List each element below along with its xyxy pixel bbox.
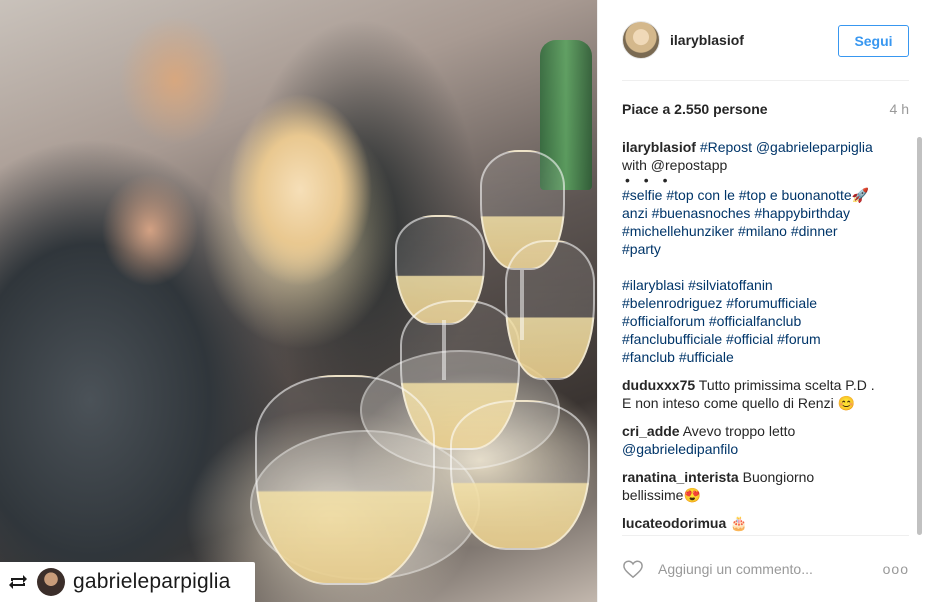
wine-glass bbox=[505, 240, 595, 380]
caption-line[interactable]: #belenrodriguez #forumufficiale bbox=[622, 294, 916, 312]
comment-text: Avevo troppo letto bbox=[682, 423, 796, 439]
caption-line[interactable]: #selfie #top con le #top e buonanotte🚀 bbox=[622, 186, 916, 204]
caption-line[interactable]: #fanclubufficiale #official #forum bbox=[622, 330, 916, 348]
comment-text: E non inteso come quello di Renzi 😊 bbox=[622, 395, 856, 411]
comment-item: cri_adde Avevo troppo letto @gabrieledip… bbox=[622, 422, 916, 458]
post-header: ilaryblasiof Segui bbox=[598, 0, 929, 80]
caption: ilaryblasiof #Repost @gabrieleparpiglia … bbox=[622, 138, 916, 366]
post-photo[interactable]: gabrieleparpiglia bbox=[0, 0, 597, 602]
comment-text: bellissime😍 bbox=[622, 487, 701, 503]
divider bbox=[622, 535, 909, 536]
more-options-button[interactable]: ooo bbox=[879, 561, 909, 577]
repost-username: gabrieleparpiglia bbox=[73, 570, 231, 593]
comment-text: 🎂 bbox=[730, 515, 748, 531]
heart-icon[interactable] bbox=[622, 558, 646, 580]
post-time[interactable]: 4 h bbox=[890, 101, 909, 117]
repost-icon bbox=[7, 571, 29, 593]
comments-scrollbar[interactable] bbox=[917, 137, 922, 535]
caption-line[interactable]: #party bbox=[622, 240, 916, 258]
post-side-panel: ilaryblasiof Segui Piace a 2.550 persone… bbox=[597, 0, 929, 602]
caption-line[interactable]: #ilaryblasi #silviatoffanin bbox=[622, 276, 916, 294]
caption-line[interactable]: #officialforum #officialfanclub bbox=[622, 312, 916, 330]
caption-dots: • • • bbox=[625, 172, 673, 188]
caption-line[interactable]: #fanclub #ufficiale bbox=[622, 348, 916, 366]
caption-line: ilaryblasiof #Repost @gabrieleparpiglia bbox=[622, 138, 916, 156]
comment-username[interactable]: lucateodorimua bbox=[622, 515, 726, 531]
comment-input[interactable] bbox=[658, 561, 879, 577]
comment-item: lucateodorimua 🎂 bbox=[622, 514, 916, 532]
comment-bar: ooo bbox=[622, 557, 909, 581]
likes-row: Piace a 2.550 persone 4 h bbox=[622, 101, 909, 121]
comment-username[interactable]: ranatina_interista bbox=[622, 469, 739, 485]
comment-mention[interactable]: @gabrieledipanfilo bbox=[622, 440, 916, 458]
wine-glass bbox=[255, 375, 435, 585]
likes-count[interactable]: Piace a 2.550 persone bbox=[622, 101, 768, 117]
comment-text: Buongiorno bbox=[742, 469, 815, 485]
caption-hashtags[interactable]: #Repost @gabrieleparpiglia bbox=[700, 139, 873, 155]
comment-text: Tutto primissima scelta P.D . bbox=[698, 377, 875, 393]
comments-list[interactable]: ilaryblasiof #Repost @gabrieleparpiglia … bbox=[622, 138, 916, 533]
avatar[interactable] bbox=[622, 21, 660, 59]
post-username[interactable]: ilaryblasiof bbox=[670, 32, 744, 48]
repost-avatar bbox=[37, 568, 65, 596]
comment-username[interactable]: cri_adde bbox=[622, 423, 680, 439]
divider bbox=[622, 80, 909, 81]
comment-item: duduxxx75 Tutto primissima scelta P.D . … bbox=[622, 376, 916, 412]
caption-line[interactable]: anzi #buenasnoches #happybirthday bbox=[622, 204, 916, 222]
follow-button[interactable]: Segui bbox=[838, 25, 909, 57]
caption-username[interactable]: ilaryblasiof bbox=[622, 139, 696, 155]
scrollbar-thumb[interactable] bbox=[917, 137, 922, 535]
caption-line[interactable]: #michellehunziker #milano #dinner bbox=[622, 222, 916, 240]
glass-stem bbox=[520, 270, 524, 340]
wine-glass bbox=[450, 400, 590, 550]
repost-attribution: gabrieleparpiglia bbox=[0, 562, 255, 602]
glass-stem bbox=[442, 320, 446, 380]
comment-item: ranatina_interista Buongiorno bellissime… bbox=[622, 468, 916, 504]
comment-username[interactable]: duduxxx75 bbox=[622, 377, 695, 393]
